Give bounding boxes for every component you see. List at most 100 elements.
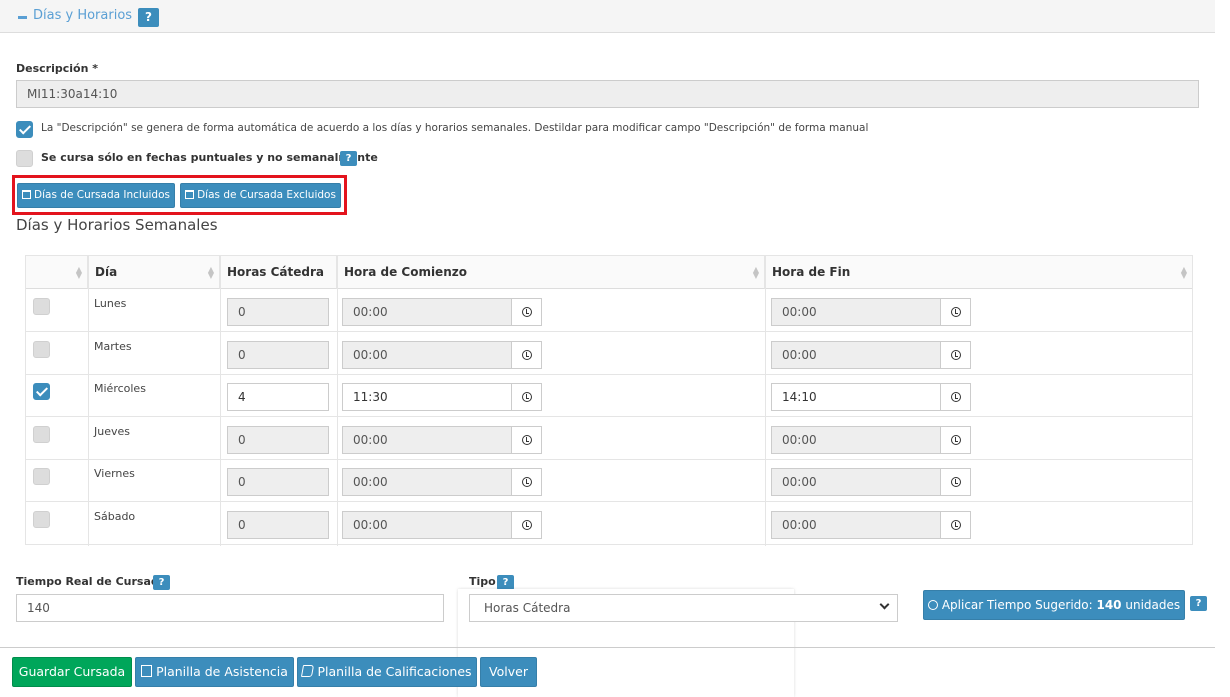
descripcion-label: Descripción * [16,62,98,75]
table-row: Viernes 0 00:00 00:00 [26,459,1192,503]
tiempo-input[interactable]: 140 [16,594,444,622]
calendar-icon [22,190,32,199]
clock-icon [927,600,938,610]
clock-button[interactable] [511,425,542,454]
clock-icon [951,477,961,488]
planilla-asistencia-button[interactable]: Planilla de Asistencia [135,657,294,687]
descripcion-input[interactable]: MI11:30a14:10 [16,80,1199,108]
horas-input[interactable]: 0 [227,298,329,326]
fechas-puntuales-checkbox[interactable] [16,150,33,167]
clock-button[interactable] [940,340,971,369]
aplicar-tiempo-button[interactable]: Aplicar Tiempo Sugerido: 140 unidades [923,590,1185,620]
clock-button[interactable] [511,383,542,412]
day-checkbox[interactable] [33,425,50,443]
day-checkbox[interactable] [33,468,50,486]
planilla-calificaciones-button[interactable]: Planilla de Calificaciones [297,657,477,687]
hora-comienzo-input[interactable]: 00:00 [342,425,512,454]
clock-icon [951,349,961,360]
day-checkbox[interactable] [33,383,50,401]
sort-icon: ▲ ▼ [752,265,759,280]
chevron-down-icon [879,599,890,610]
th-comienzo[interactable]: Hora de Comienzo ▲ ▼ [337,256,765,289]
calendar-icon [185,190,195,199]
th-fin[interactable]: Hora de Fin ▲ ▼ [765,256,1192,289]
hora-fin-input[interactable]: 00:00 [771,340,941,369]
auto-descripcion-checkbox[interactable] [16,121,33,138]
clock-icon [522,477,532,488]
horas-input[interactable]: 0 [227,511,329,539]
horas-input[interactable]: 4 [227,383,329,412]
horas-input[interactable]: 0 [227,425,329,454]
tipo-label: Tipo [469,575,496,588]
table-row: Martes 0 00:00 00:00 [26,332,1192,375]
sort-icon: ▲ ▼ [207,265,214,280]
clock-icon [522,520,532,530]
horas-input[interactable]: 0 [227,468,329,497]
hora-fin-input[interactable]: 00:00 [771,425,941,454]
clock-button[interactable] [511,340,542,369]
volver-button[interactable]: Volver [480,657,537,687]
calendar-x-icon [141,665,153,677]
table-row: Miércoles 4 11:30 14:10 [26,374,1192,418]
clock-icon [951,392,961,403]
day-name: Miércoles [94,382,146,396]
clock-icon [522,307,532,317]
fechas-puntuales-help-icon[interactable]: ? [340,151,357,166]
sort-icon: ▲ ▼ [75,265,82,280]
th-dia[interactable]: Día ▲ ▼ [88,256,220,289]
hora-comienzo-input[interactable]: 00:00 [342,298,512,326]
fechas-puntuales-text: Se cursa sólo en fechas puntuales y no s… [41,151,378,164]
section-title[interactable]: Días y Horarios [33,8,132,23]
weekly-schedule-title: Días y Horarios Semanales [16,216,218,234]
clock-button[interactable] [511,511,542,539]
th-select[interactable]: ▲ ▼ [26,256,88,289]
clock-icon [951,307,961,317]
clock-button[interactable] [940,468,971,497]
tipo-help-icon[interactable]: ? [497,575,514,590]
clock-button[interactable] [511,468,542,497]
section-header[interactable]: Días y Horarios ? [0,0,1215,33]
hora-fin-input[interactable]: 00:00 [771,468,941,497]
day-checkbox[interactable] [33,511,50,528]
table-row: Sábado 0 00:00 00:00 [26,502,1192,545]
clock-button[interactable] [940,298,971,326]
hora-comienzo-input[interactable]: 11:30 [342,383,512,412]
hora-fin-input[interactable]: 00:00 [771,298,941,326]
dias-incluidos-button[interactable]: Días de Cursada Incluidos [17,183,175,208]
day-checkbox[interactable] [33,298,50,315]
footer-divider [0,647,1215,648]
hora-comienzo-input[interactable]: 00:00 [342,468,512,497]
aplicar-help-icon[interactable]: ? [1190,596,1207,611]
hora-comienzo-input[interactable]: 00:00 [342,340,512,369]
schedule-table: ▲ ▼ Día ▲ ▼ Horas Cátedra Hora de Comienzo ▲… [25,255,1193,546]
hora-comienzo-input[interactable]: 00:00 [342,511,512,539]
clock-icon [522,434,532,445]
horas-input[interactable]: 0 [227,340,329,369]
collapse-minus-icon[interactable] [18,16,27,19]
day-name: Viernes [94,467,135,481]
dias-excluidos-button[interactable]: Días de Cursada Excluidos [180,183,341,208]
hora-fin-input[interactable]: 14:10 [771,383,941,412]
tipo-select[interactable]: Horas Cátedra [469,594,898,622]
sort-icon: ▲ ▼ [1180,265,1187,280]
clock-button[interactable] [940,425,971,454]
day-name: Martes [94,339,132,353]
hora-fin-input[interactable]: 00:00 [771,511,941,539]
tiempo-help-icon[interactable]: ? [153,575,170,590]
th-horas[interactable]: Horas Cátedra [220,256,337,289]
clock-button[interactable] [940,511,971,539]
clock-icon [951,520,961,530]
clock-icon [951,434,961,445]
auto-descripcion-text: La "Descripción" se genera de forma auto… [41,122,869,134]
tiempo-label: Tiempo Real de Cursada [16,575,167,588]
clock-button[interactable] [511,298,542,326]
table-row: Jueves 0 00:00 00:00 [26,417,1192,460]
day-name: Lunes [94,297,127,310]
table-row: Lunes 0 00:00 00:00 [26,289,1192,332]
day-name: Jueves [94,424,130,438]
clock-icon [522,349,532,360]
guardar-cursada-button[interactable]: Guardar Cursada [12,657,132,687]
day-checkbox[interactable] [33,340,50,358]
section-help-icon[interactable]: ? [138,8,159,27]
clock-button[interactable] [940,383,971,412]
